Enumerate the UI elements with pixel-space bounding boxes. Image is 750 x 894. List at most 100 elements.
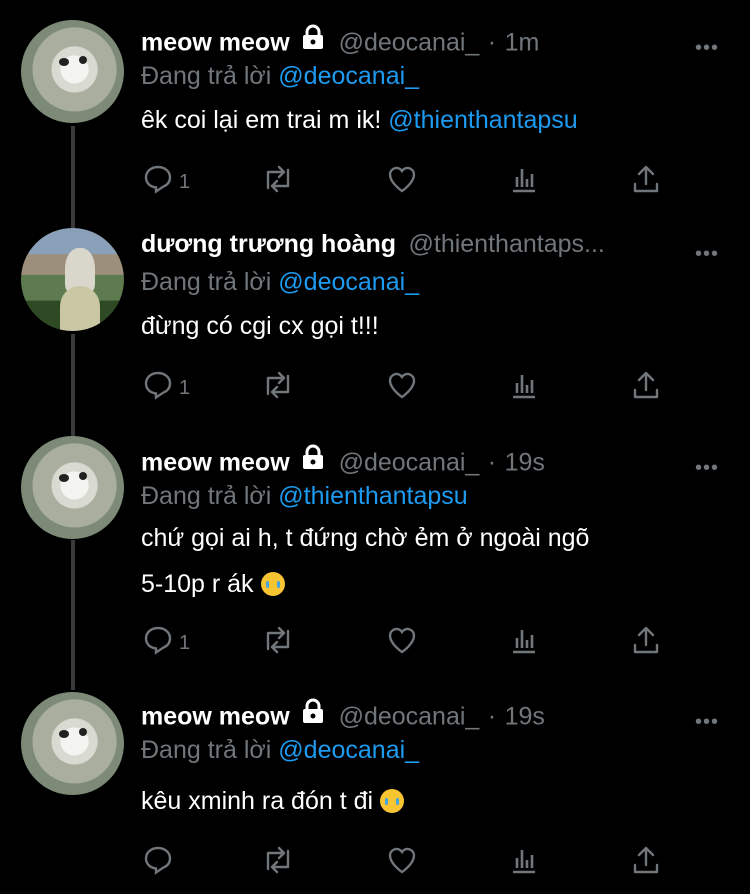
share-button[interactable] (629, 368, 663, 402)
handle[interactable]: @deocanai_ (339, 448, 480, 476)
display-name[interactable]: meow meow (141, 702, 290, 730)
reply-mention[interactable]: @deocanai_ (278, 62, 419, 90)
reply-count: 1 (179, 631, 191, 654)
tweet-actions (141, 843, 681, 877)
lock-icon (300, 444, 326, 475)
tweet-header: meow meow @deocanai_ · 1m (141, 24, 726, 58)
tweet-text-line: chứ gọi ai h, t đứng chờ ẻm ở ngoài ngõ (141, 524, 590, 552)
heart-icon (385, 162, 419, 196)
retweet-icon (259, 623, 297, 657)
reply-icon (141, 623, 175, 657)
reply-button[interactable] (141, 843, 175, 877)
thread-line (71, 126, 75, 228)
tweet-header: meow meow @deocanai_ · 19s (141, 698, 726, 732)
tweet-text-plain: êk coi lại em trai m ik! (141, 106, 389, 134)
analytics-icon (507, 843, 541, 877)
handle[interactable]: @thienthantaps... (409, 230, 605, 258)
reply-to: Đang trả lời @thienthantapsu (141, 482, 468, 511)
tweet-actions: 1 (141, 368, 681, 402)
like-button[interactable] (385, 162, 419, 196)
reply-icon (141, 368, 175, 402)
retweet-button[interactable] (259, 162, 297, 196)
share-icon (629, 623, 663, 657)
lock-icon (300, 24, 326, 55)
heart-icon (385, 623, 419, 657)
avatar[interactable] (21, 228, 124, 331)
thread-line (71, 334, 75, 436)
analytics-button[interactable] (507, 843, 541, 877)
crying-face-icon (380, 789, 405, 813)
tweet-text: chứ gọi ai h, t đứng chờ ẻm ở ngoài ngõ … (141, 515, 701, 607)
like-button[interactable] (385, 843, 419, 877)
retweet-button[interactable] (259, 623, 297, 657)
more-icon[interactable]: ••• (695, 457, 719, 480)
separator-dot: · (487, 702, 497, 731)
tweet-text: kêu xminh ra đón t đi (141, 778, 701, 824)
reply-to: Đang trả lời @deocanai_ (141, 268, 419, 297)
tweet-text-plain: kêu xminh ra đón t đi (141, 787, 374, 815)
reply-icon (141, 843, 175, 877)
separator-dot: · (487, 28, 497, 57)
reply-mention[interactable]: @thienthantapsu (278, 482, 467, 510)
handle[interactable]: @deocanai_ (339, 28, 480, 56)
display-name[interactable]: dương trương hoàng (141, 230, 396, 258)
timestamp[interactable]: 19s (505, 448, 545, 476)
analytics-icon (507, 623, 541, 657)
handle[interactable]: @deocanai_ (339, 702, 480, 730)
thread-line (71, 540, 75, 690)
more-icon[interactable]: ••• (695, 711, 719, 734)
retweet-icon (259, 843, 297, 877)
analytics-button[interactable] (507, 368, 541, 402)
avatar[interactable] (21, 692, 124, 795)
more-icon[interactable]: ••• (695, 243, 719, 266)
share-icon (629, 368, 663, 402)
reply-button[interactable]: 1 (141, 368, 190, 402)
lock-icon (300, 698, 326, 729)
tweet-text-line: 5-10p r ák (141, 570, 254, 598)
reply-mention[interactable]: @deocanai_ (278, 736, 419, 764)
reply-count: 1 (179, 376, 191, 399)
reply-to: Đang trả lời @deocanai_ (141, 62, 419, 91)
reply-prefix: Đang trả lời (141, 62, 272, 90)
timestamp[interactable]: 19s (505, 702, 545, 730)
share-button[interactable] (629, 623, 663, 657)
tweet-text: êk coi lại em trai m ik! @thienthantapsu (141, 97, 701, 143)
timestamp[interactable]: 1m (505, 28, 540, 56)
retweet-button[interactable] (259, 368, 297, 402)
retweet-icon (259, 162, 297, 196)
reply-button[interactable]: 1 (141, 623, 190, 657)
reply-mention[interactable]: @deocanai_ (278, 268, 419, 296)
tweet-actions: 1 (141, 162, 681, 196)
tweet-text-plain: đừng có cgi cx gọi t!!! (141, 312, 379, 340)
reply-icon (141, 162, 175, 196)
reply-to: Đang trả lời @deocanai_ (141, 736, 419, 765)
like-button[interactable] (385, 623, 419, 657)
more-icon[interactable]: ••• (695, 37, 719, 60)
analytics-icon (507, 368, 541, 402)
analytics-button[interactable] (507, 162, 541, 196)
analytics-icon (507, 162, 541, 196)
share-icon (629, 843, 663, 877)
share-button[interactable] (629, 843, 663, 877)
tweet-mention[interactable]: @thienthantapsu (388, 106, 577, 134)
retweet-button[interactable] (259, 843, 297, 877)
reply-prefix: Đang trả lời (141, 268, 272, 296)
loudly-crying-face-icon (260, 572, 285, 596)
share-icon (629, 162, 663, 196)
tweet-text: đừng có cgi cx gọi t!!! (141, 303, 701, 349)
analytics-button[interactable] (507, 623, 541, 657)
display-name[interactable]: meow meow (141, 448, 290, 476)
reply-button[interactable]: 1 (141, 162, 190, 196)
reply-count: 1 (179, 170, 191, 193)
reply-prefix: Đang trả lời (141, 482, 272, 510)
avatar[interactable] (21, 20, 124, 123)
like-button[interactable] (385, 368, 419, 402)
share-button[interactable] (629, 162, 663, 196)
tweet-actions: 1 (141, 623, 681, 657)
avatar[interactable] (21, 436, 124, 539)
reply-prefix: Đang trả lời (141, 736, 272, 764)
display-name[interactable]: meow meow (141, 28, 290, 56)
separator-dot: · (487, 448, 497, 477)
heart-icon (385, 843, 419, 877)
heart-icon (385, 368, 419, 402)
